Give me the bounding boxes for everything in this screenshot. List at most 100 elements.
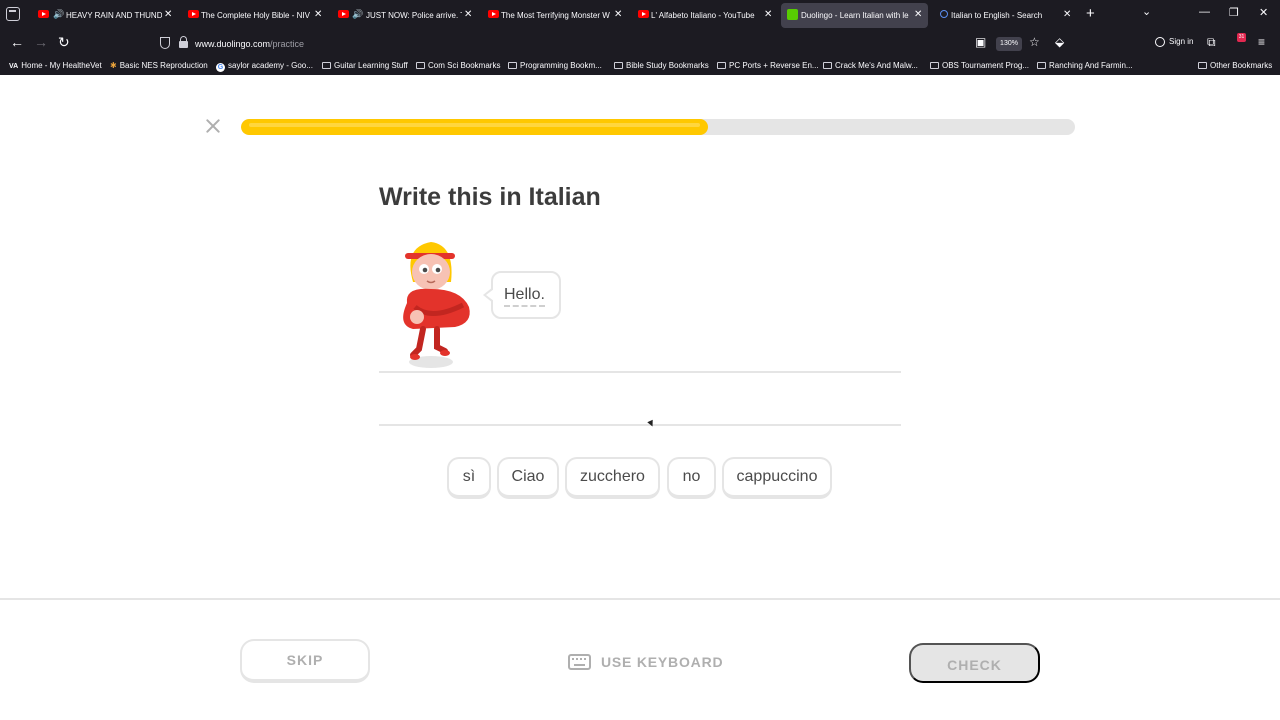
tab-duolingo[interactable]: Duolingo - Learn Italian with le ✕ bbox=[781, 3, 928, 28]
close-tab-icon[interactable]: ✕ bbox=[914, 9, 922, 20]
reload-icon[interactable]: ↻ bbox=[58, 34, 70, 51]
va-icon: VA bbox=[9, 63, 19, 70]
challenge-title: Write this in Italian bbox=[379, 183, 601, 211]
bookmark-saylor[interactable]: Gsaylor academy - Goo... bbox=[216, 61, 313, 72]
tab-police[interactable]: 🔊 JUST NOW: Police arrive. Tr ✕ bbox=[330, 3, 476, 28]
tab-bar: 🔊 HEAVY RAIN AND THUNDE ✕ The Complete H… bbox=[0, 0, 1280, 30]
speaker-icon[interactable]: 🔊 bbox=[53, 9, 64, 20]
bookmark-label: Other Bookmarks bbox=[1210, 61, 1273, 70]
character-illustration-icon bbox=[403, 242, 470, 368]
progress-bar bbox=[241, 119, 1075, 135]
lesson-page: Write this in Italian Hello. sì Ciao zuc… bbox=[0, 75, 1280, 720]
lesson-footer: SKIP USE KEYBOARD CHECK bbox=[0, 598, 1280, 720]
folder-icon bbox=[1198, 62, 1207, 69]
close-lesson-icon[interactable] bbox=[205, 118, 221, 134]
forward-arrow-icon[interactable]: → bbox=[34, 34, 48, 50]
close-tab-icon[interactable]: ✕ bbox=[614, 9, 622, 20]
word-tile[interactable]: cappuccino bbox=[722, 457, 832, 499]
bookmark-label: Bible Study Bookmarks bbox=[626, 61, 709, 70]
bookmark-other[interactable]: Other Bookmarks bbox=[1198, 61, 1272, 70]
tab-list-icon[interactable] bbox=[6, 7, 20, 21]
url-bar[interactable]: www.duolingo.com/practice bbox=[152, 32, 966, 54]
close-tab-icon[interactable]: ✕ bbox=[1063, 9, 1071, 20]
tab-italian-search[interactable]: Italian to English - Search ✕ bbox=[932, 3, 1078, 28]
sign-in-button[interactable]: Sign in bbox=[1155, 37, 1193, 47]
bookmark-crackme[interactable]: Crack Me's And Malw... bbox=[823, 61, 918, 70]
tab-title: HEAVY RAIN AND THUNDE bbox=[66, 11, 162, 20]
account-icon bbox=[1155, 37, 1165, 47]
keyboard-icon bbox=[568, 654, 591, 670]
lock-icon[interactable] bbox=[179, 36, 188, 48]
answer-area[interactable] bbox=[379, 373, 901, 423]
word-tile[interactable]: sì bbox=[447, 457, 491, 499]
folder-icon bbox=[1037, 62, 1046, 69]
tab-title: The Complete Holy Bible - NIV bbox=[201, 11, 310, 20]
menu-icon[interactable]: ≡ bbox=[1258, 35, 1265, 49]
tab-alfabeto[interactable]: L' Alfabeto Italiano - YouTube ✕ bbox=[630, 3, 776, 28]
close-tab-icon[interactable]: ✕ bbox=[314, 9, 322, 20]
chevron-down-icon[interactable]: ⌄ bbox=[1142, 5, 1151, 18]
tab-title: JUST NOW: Police arrive. Tr bbox=[366, 11, 462, 20]
tab-title: The Most Terrifying Monster W bbox=[501, 11, 610, 20]
browser-chrome: 🔊 HEAVY RAIN AND THUNDE ✕ The Complete H… bbox=[0, 0, 1280, 75]
tab-title: L' Alfabeto Italiano - YouTube bbox=[651, 11, 755, 20]
tab-monster[interactable]: The Most Terrifying Monster W ✕ bbox=[480, 3, 626, 28]
word-tile[interactable]: Ciao bbox=[497, 457, 559, 499]
back-arrow-icon[interactable]: ← bbox=[10, 34, 24, 50]
folder-icon bbox=[416, 62, 425, 69]
use-keyboard-label: USE KEYBOARD bbox=[601, 654, 724, 670]
bookmark-comsci[interactable]: Com Sci Bookmarks bbox=[416, 61, 500, 70]
skip-button[interactable]: SKIP bbox=[240, 639, 370, 683]
url-domain: www.duolingo.com bbox=[195, 39, 271, 49]
prompt-text[interactable]: Hello. bbox=[504, 285, 545, 307]
url-text[interactable]: www.duolingo.com/practice bbox=[195, 39, 304, 49]
answer-divider bbox=[379, 424, 901, 426]
restore-icon[interactable]: ❐ bbox=[1229, 6, 1239, 19]
bookmarks-bar: VA Home - My HealtheVet ✱ Basic NES Reprod… bbox=[0, 57, 1280, 75]
tab-holy-bible[interactable]: The Complete Holy Bible - NIV ✕ bbox=[180, 3, 326, 28]
bookmark-label: Home - My HealtheVet bbox=[21, 61, 102, 70]
bookmark-guitar[interactable]: Guitar Learning Stuff bbox=[322, 61, 408, 70]
bookmark-label: Basic NES Reproduction bbox=[119, 61, 208, 70]
zoom-level[interactable]: 130% bbox=[996, 37, 1022, 51]
bookmark-label: Crack Me's And Malw... bbox=[835, 61, 918, 70]
bookmark-label: Ranching And Farmin... bbox=[1049, 61, 1133, 70]
google-icon: G bbox=[216, 63, 225, 72]
tab-heavy-rain[interactable]: 🔊 HEAVY RAIN AND THUNDE ✕ bbox=[30, 3, 176, 28]
progress-fill bbox=[241, 119, 709, 135]
sign-in-label: Sign in bbox=[1169, 37, 1194, 47]
folder-icon bbox=[717, 62, 726, 69]
check-button[interactable]: CHECK bbox=[909, 643, 1040, 683]
new-tab-icon[interactable]: + bbox=[1086, 5, 1095, 22]
folder-icon bbox=[823, 62, 832, 69]
word-tile[interactable]: no bbox=[667, 457, 716, 499]
word-tile[interactable]: zucchero bbox=[565, 457, 660, 499]
shield-icon[interactable] bbox=[160, 37, 170, 49]
speaker-icon[interactable]: 🔊 bbox=[352, 9, 363, 20]
youtube-icon bbox=[188, 10, 199, 18]
bookmark-label: OBS Tournament Prog... bbox=[942, 61, 1030, 70]
folder-icon bbox=[322, 62, 331, 69]
bookmark-label: saylor academy - Goo... bbox=[228, 61, 313, 70]
bookmark-star-icon[interactable]: ☆ bbox=[1029, 35, 1040, 49]
bookmark-ranching[interactable]: Ranching And Farmin... bbox=[1037, 61, 1133, 70]
close-tab-icon[interactable]: ✕ bbox=[764, 9, 772, 20]
extensions-icon[interactable]: ⧉ bbox=[1207, 35, 1216, 50]
bookmark-programming[interactable]: Programming Bookm... bbox=[508, 61, 602, 70]
close-window-icon[interactable]: ✕ bbox=[1259, 6, 1268, 19]
close-tab-icon[interactable]: ✕ bbox=[464, 9, 472, 20]
bookmark-healthevet[interactable]: VA Home - My HealtheVet bbox=[9, 61, 102, 70]
bookmark-pcports[interactable]: PC Ports + Reverse En... bbox=[717, 61, 819, 70]
pocket-icon[interactable]: ⬙ bbox=[1055, 35, 1064, 49]
search-icon bbox=[940, 10, 948, 18]
bookmark-obs[interactable]: OBS Tournament Prog... bbox=[930, 61, 1029, 70]
url-path: /practice bbox=[270, 39, 305, 49]
close-tab-icon[interactable]: ✕ bbox=[164, 9, 172, 20]
bookmark-nes[interactable]: ✱ Basic NES Reproduction bbox=[110, 61, 208, 70]
tab-title: Duolingo - Learn Italian with le bbox=[801, 11, 909, 20]
minimize-icon[interactable]: — bbox=[1199, 6, 1210, 18]
extension-badge[interactable]: 31 bbox=[1237, 33, 1246, 42]
bookmark-bible[interactable]: Bible Study Bookmarks bbox=[614, 61, 709, 70]
folder-icon bbox=[930, 62, 939, 69]
reader-view-icon[interactable]: ▣ bbox=[975, 35, 986, 49]
